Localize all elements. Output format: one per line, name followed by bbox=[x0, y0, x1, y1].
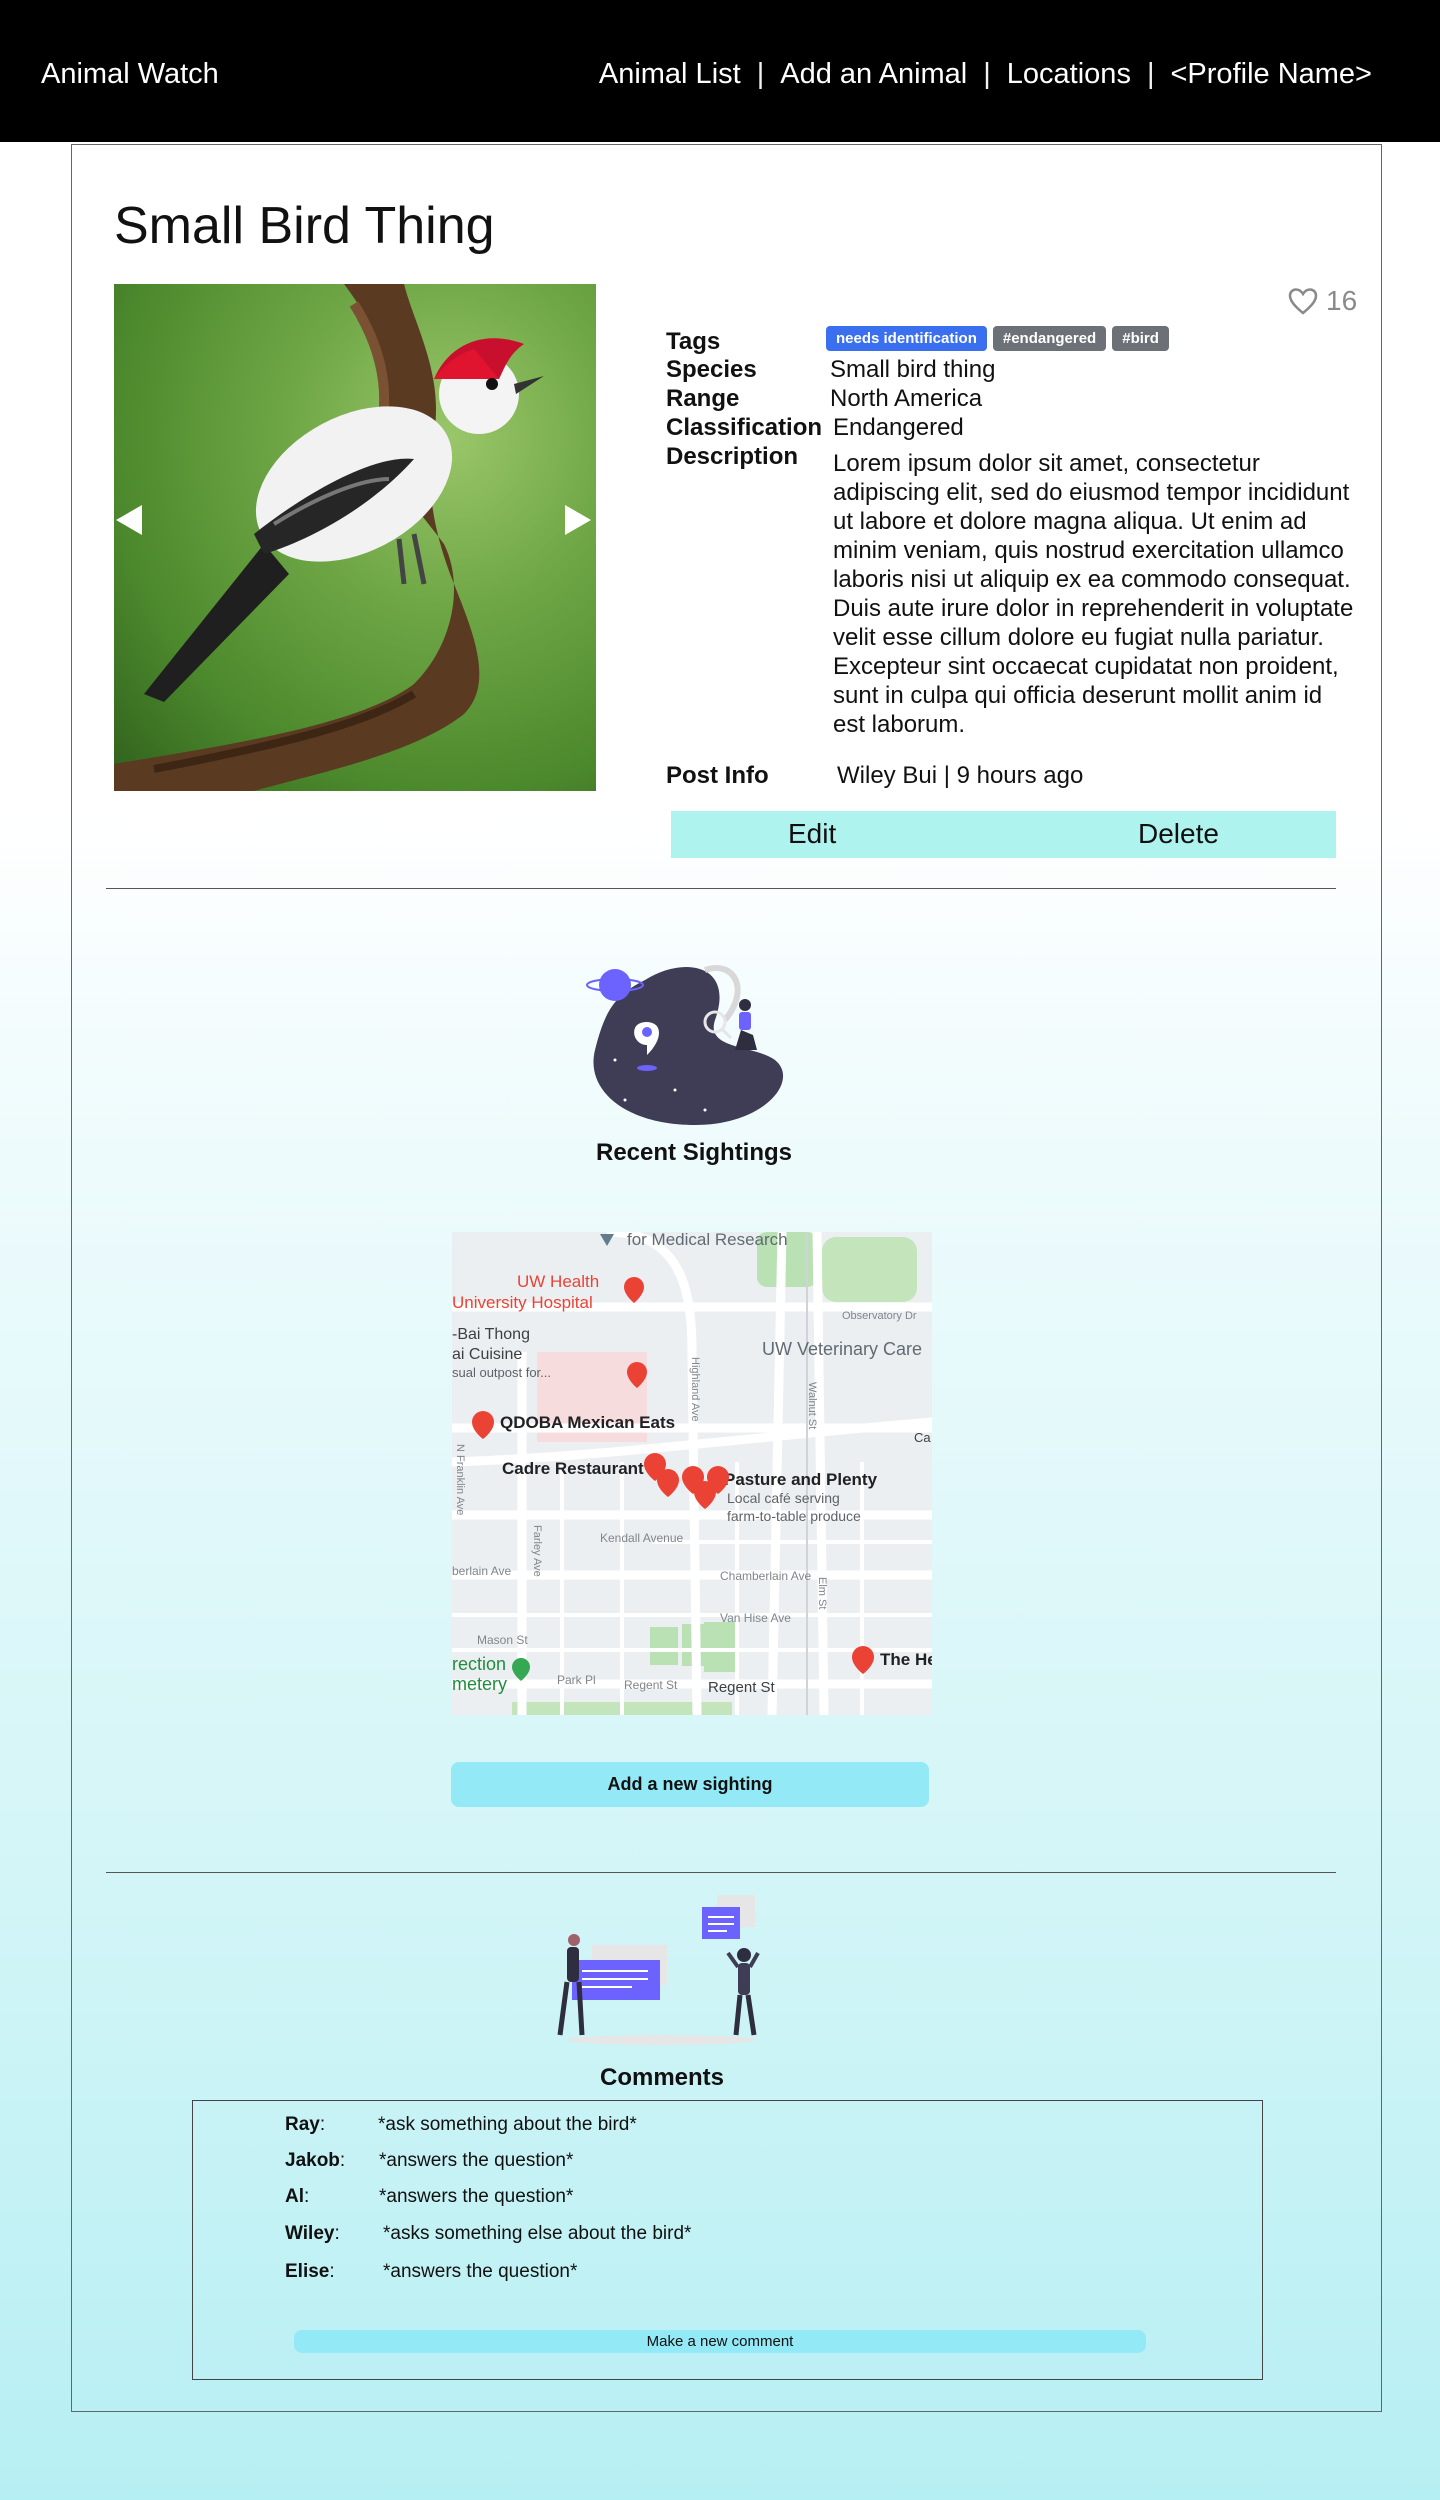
nav-link-add-animal[interactable]: Add an Animal bbox=[780, 58, 967, 91]
map-label: N Franklin Ave bbox=[454, 1444, 466, 1515]
comment-author: Wiley: bbox=[285, 2223, 340, 2244]
map-label: Pasture and Plenty bbox=[724, 1470, 878, 1489]
map-label: Cadre Restaurant bbox=[502, 1459, 644, 1478]
nav-link-animal-list[interactable]: Animal List bbox=[599, 58, 741, 91]
sightings-map[interactable]: for Medical Research UW Veterinary Care … bbox=[452, 1232, 932, 1715]
nav-links: Animal List | Add an Animal | Locations … bbox=[599, 58, 1372, 91]
comment-text: *answers the question* bbox=[379, 2186, 574, 2207]
description-text: Lorem ipsum dolor sit amet, consectetur … bbox=[833, 449, 1378, 739]
map-label: metery bbox=[452, 1674, 507, 1694]
classification-label: Classification bbox=[666, 414, 823, 441]
delete-button[interactable]: Delete bbox=[1138, 818, 1219, 850]
top-navbar: Animal Watch Animal List | Add an Animal… bbox=[0, 0, 1440, 142]
add-sighting-button[interactable]: Add a new sighting bbox=[451, 1762, 929, 1807]
post-info-label: Post Info bbox=[666, 762, 769, 789]
map-label: Van Hise Ave bbox=[720, 1611, 791, 1625]
nav-separator: | bbox=[983, 58, 991, 90]
description-label: Description bbox=[666, 443, 799, 470]
map-label: Farley Ave bbox=[531, 1525, 543, 1577]
comment-text: *ask something about the bird* bbox=[378, 2114, 637, 2135]
map-label: University Hospital bbox=[452, 1293, 593, 1312]
range-value: North America bbox=[830, 385, 983, 412]
heart-icon[interactable] bbox=[1288, 287, 1318, 315]
map-label: Park Pl bbox=[557, 1673, 596, 1687]
comment-author: Ray: bbox=[285, 2114, 326, 2135]
conversation-illustration bbox=[557, 1895, 760, 2045]
animal-photo bbox=[114, 284, 596, 791]
photo-next-arrow-icon[interactable] bbox=[565, 505, 591, 535]
map-label: Highland Ave bbox=[689, 1357, 701, 1422]
map-label: Kendall Avenue bbox=[600, 1531, 684, 1545]
comment-text: *answers the question* bbox=[379, 2150, 574, 2171]
map-label: UW Health bbox=[517, 1272, 599, 1291]
map-label: Regent St bbox=[708, 1679, 776, 1696]
map-label: farm-to-table produce bbox=[727, 1508, 861, 1524]
comments-title: Comments bbox=[600, 2064, 725, 2091]
map-label: rection bbox=[452, 1654, 506, 1674]
description-line: Lorem ipsum dolor sit amet, consectetur bbox=[833, 450, 1260, 477]
section-divider bbox=[106, 888, 1336, 889]
map-label: Local café serving bbox=[727, 1490, 840, 1506]
comment-author: Al: bbox=[285, 2186, 310, 2207]
description-line: Excepteur sint occaecat cupidatat non pr… bbox=[833, 653, 1339, 680]
map-label: ai Cuisine bbox=[452, 1346, 522, 1363]
description-line: laboris nisi ut aliquip ex ea commodo co… bbox=[833, 566, 1351, 593]
tags-label: Tags bbox=[666, 328, 721, 355]
post-info-value: Wiley Bui | 9 hours ago bbox=[837, 762, 1084, 789]
comment-text: *answers the question* bbox=[383, 2261, 578, 2282]
map-label: Observatory Dr bbox=[842, 1310, 917, 1322]
map-label: sual outpost for... bbox=[452, 1365, 551, 1380]
like-count: 16 bbox=[1326, 285, 1358, 316]
tag-needs-identification[interactable]: needs identification bbox=[826, 326, 987, 351]
brand-logo-text[interactable]: Animal Watch bbox=[41, 58, 219, 91]
map-label: for Medical Research bbox=[627, 1232, 788, 1249]
new-comment-button[interactable]: Make a new comment bbox=[294, 2330, 1146, 2353]
tag-endangered[interactable]: #endangered bbox=[992, 326, 1107, 351]
species-label: Species bbox=[666, 356, 757, 383]
map-label: The He bbox=[880, 1650, 932, 1669]
description-line: minim veniam, quis nostrud exercitation … bbox=[833, 537, 1344, 564]
edit-button[interactable]: Edit bbox=[788, 818, 836, 850]
nav-separator: | bbox=[1146, 58, 1155, 90]
map-label: Regent St bbox=[624, 1678, 678, 1692]
map-label: Elm St bbox=[816, 1577, 828, 1609]
map-label: Chamberlain Ave bbox=[720, 1569, 811, 1583]
tag-bird[interactable]: #bird bbox=[1112, 326, 1169, 351]
location-search-illustration bbox=[586, 965, 784, 1125]
range-label: Range bbox=[666, 385, 740, 412]
comment-text: *asks something else about the bird* bbox=[383, 2223, 692, 2244]
description-line: velit esse cillum dolore eu fugiat nulla… bbox=[833, 624, 1324, 651]
map-label: berlain Ave bbox=[452, 1564, 511, 1578]
map-label: Mason St bbox=[477, 1633, 528, 1647]
map-canvas: for Medical Research UW Veterinary Care … bbox=[452, 1232, 932, 1715]
description-line: ut labore et dolore magna aliqua. Ut eni… bbox=[833, 508, 1307, 535]
comment-author: Jakob: bbox=[285, 2150, 346, 2171]
recent-sightings-title: Recent Sightings bbox=[596, 1139, 793, 1166]
map-label: Walnut St bbox=[806, 1382, 818, 1429]
species-value: Small bird thing bbox=[830, 356, 996, 383]
like-counter[interactable]: 16 bbox=[1288, 285, 1357, 317]
edit-delete-bar: Edit Delete bbox=[671, 811, 1336, 858]
description-line: est laborum. bbox=[833, 711, 966, 738]
map-label: UW Veterinary Care bbox=[762, 1339, 922, 1359]
nav-link-profile[interactable]: <Profile Name> bbox=[1171, 58, 1373, 91]
map-label: Ca bbox=[914, 1430, 931, 1445]
map-label: -Bai Thong bbox=[452, 1326, 530, 1343]
comment-author: Elise: bbox=[285, 2261, 335, 2282]
nav-separator: | bbox=[756, 58, 765, 90]
map-label: QDOBA Mexican Eats bbox=[500, 1413, 675, 1432]
description-line: Duis aute irure dolor in reprehenderit i… bbox=[833, 595, 1354, 622]
classification-value: Endangered bbox=[833, 414, 964, 441]
photo-prev-arrow-icon[interactable] bbox=[116, 505, 142, 535]
tag-list: needs identification #endangered #bird bbox=[826, 322, 1175, 351]
nav-link-locations[interactable]: Locations bbox=[1007, 58, 1131, 91]
section-divider bbox=[106, 1872, 1336, 1873]
bird-illustration bbox=[114, 284, 544, 791]
animal-title: Small Bird Thing bbox=[114, 197, 495, 255]
description-line: adipiscing elit, sed do eiusmod tempor i… bbox=[833, 479, 1350, 506]
description-line: sunt in culpa qui officia deserunt molli… bbox=[833, 682, 1323, 709]
